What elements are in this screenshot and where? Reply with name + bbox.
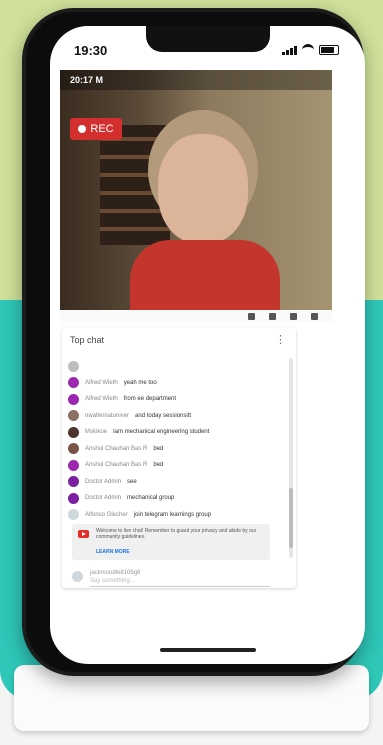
avatar	[68, 509, 79, 521]
message-username: nwalternatuniver	[85, 412, 130, 419]
search-icon[interactable]	[248, 312, 255, 320]
live-chat-panel: Top chat ⋮ Alfred Wieth yeah me too Alfred…	[62, 328, 296, 588]
person-icon[interactable]	[311, 312, 318, 320]
chat-message: Alfonso Glecher join telegram learnings g…	[68, 507, 278, 524]
chat-input-area[interactable]: jackmoodle8106g8 Say something...	[72, 568, 280, 587]
message-username: Mskikoe	[85, 429, 108, 436]
message-username: Doctor Admin	[85, 495, 122, 502]
home-indicator[interactable]	[160, 648, 256, 652]
chat-messages: Alfred Wieth yeah me too Alfred Wieth from …	[68, 358, 278, 523]
presenter	[130, 110, 280, 310]
video-top-bar: 20:17 M	[60, 70, 332, 90]
record-dot-icon	[78, 125, 87, 133]
chat-message: Anshul Chauhan Bas R bed	[68, 457, 278, 474]
camera-icon[interactable]	[269, 312, 276, 320]
learn-more-link[interactable]: LEARN MORE	[96, 549, 130, 555]
avatar	[68, 377, 79, 389]
chat-message: Anshul Chauhan Bas R bed	[68, 441, 278, 458]
message-text: from ee department	[123, 396, 177, 403]
banner-text: Welcome to live chat! Remember to guard …	[96, 528, 257, 540]
status-time: 19:30	[74, 43, 108, 58]
message-username: Anshul Chauhan Bas R	[85, 462, 148, 469]
message-text: yeah me too	[123, 379, 157, 386]
input-underline	[90, 586, 270, 587]
message-text: Iam mechanical engineering student	[113, 429, 210, 436]
message-text: see	[127, 478, 137, 485]
avatar	[68, 443, 79, 455]
chat-header[interactable]: Top chat	[70, 335, 104, 345]
status-icons	[282, 44, 339, 56]
avatar	[68, 459, 79, 471]
chat-message: Alfred Wieth from ee department	[68, 391, 278, 408]
message-username: Anshul Chauhan Bas R	[85, 445, 148, 452]
video-controls	[60, 310, 332, 322]
message-text: bed	[153, 462, 164, 469]
rec-badge: REC	[70, 118, 122, 140]
avatar	[68, 492, 79, 504]
avatar	[68, 476, 79, 488]
battery-icon	[319, 45, 339, 55]
live-video[interactable]: 20:17 M REC	[60, 70, 332, 310]
message-username: Doctor Admin	[85, 478, 122, 485]
user-avatar	[72, 571, 83, 582]
welcome-banner: Welcome to live chat! Remember to guard …	[72, 524, 270, 560]
input-username: jackmoodle8106g8	[90, 570, 141, 576]
more-options-icon[interactable]: ⋮	[275, 333, 286, 346]
message-username: Alfred Wieth	[85, 379, 118, 386]
message-username: Alfonso Glecher	[85, 511, 128, 518]
video-overlay-time: 20:17 M	[70, 75, 104, 85]
chat-input[interactable]: Say something...	[90, 578, 135, 584]
chat-message: Doctor Admin see	[68, 474, 278, 491]
avatar	[68, 393, 79, 405]
message-text: join telegram learnings group	[133, 511, 212, 518]
message-username: Alfred Wieth	[85, 396, 118, 403]
message-text: and today sessionsitt	[135, 412, 192, 419]
chat-message: Alfred Wieth yeah me too	[68, 375, 278, 392]
message-text: bed	[153, 445, 164, 452]
wifi-icon	[302, 44, 314, 56]
chat-scrollbar[interactable]	[289, 358, 293, 558]
chat-message: Mskikoe Iam mechanical engineering studen…	[68, 424, 278, 441]
phone-screen: 19:30 20:17 M REC Top chat ⋮ Alfred Wiet…	[50, 26, 365, 664]
avatar	[68, 360, 79, 372]
youtube-icon	[78, 530, 89, 538]
avatar	[68, 410, 79, 422]
rec-label: REC	[90, 123, 114, 135]
signal-icon	[282, 45, 297, 55]
chat-message	[68, 358, 278, 375]
notch	[146, 26, 270, 52]
avatar	[68, 426, 79, 438]
chat-message: Doctor Admin mechanical group	[68, 490, 278, 507]
message-text: mechanical group	[127, 495, 175, 502]
screen-icon[interactable]	[290, 312, 297, 320]
chat-message: nwalternatuniver and today sessionsitt	[68, 408, 278, 425]
